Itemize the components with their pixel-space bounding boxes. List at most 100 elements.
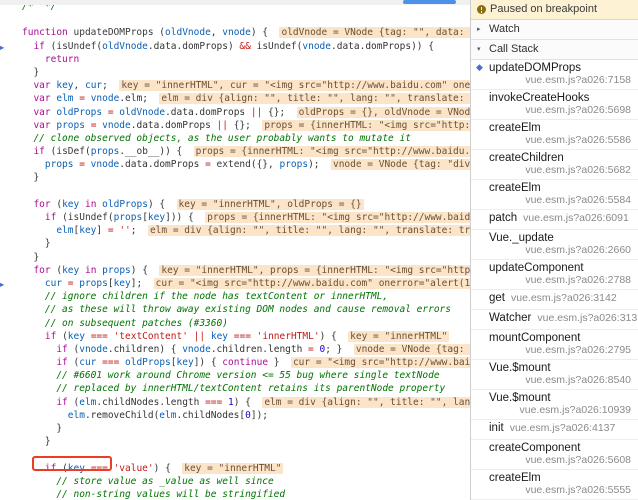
code-token: key xyxy=(56,80,74,92)
inline-value-hint: cur = "<img src="http://www.baidu.com" o… xyxy=(290,357,470,369)
code-line[interactable]: if (key === 'textContent' || key === 'in… xyxy=(0,330,470,343)
code-line[interactable]: if (key === 'value') { key = "innerHTML" xyxy=(0,462,470,475)
code-token: ) { xyxy=(250,27,280,39)
call-stack-item[interactable]: createElm vue.esm.js?a026:5584 xyxy=(471,180,638,210)
code-token: ; xyxy=(102,80,120,92)
call-stack-item[interactable]: Watcher vue.esm.js?a026:3131 xyxy=(471,310,638,330)
code-token: ]; xyxy=(130,277,154,289)
code-token: if xyxy=(56,343,68,355)
call-stack-item[interactable]: updateDOMPropsvue.esm.js?a026:7158 xyxy=(471,60,638,90)
horizontal-scrollbar[interactable] xyxy=(0,0,470,5)
code-line[interactable]: function updateDOMProps (oldVnode, vnode… xyxy=(0,26,470,39)
call-stack-item[interactable]: invokeCreateHooks vue.esm.js?a026:5698 xyxy=(471,90,638,120)
call-stack-item[interactable]: Vue._update vue.esm.js?a026:2660 xyxy=(471,230,638,260)
code-token: ( xyxy=(67,357,80,369)
code-line[interactable]: } xyxy=(0,422,470,435)
inline-value-hint: oldVnode = VNode {tag: "", data: {…}, ch… xyxy=(279,27,470,39)
code-token: function xyxy=(22,27,68,39)
code-line[interactable]: var oldProps = oldVnode.data.domProps ||… xyxy=(0,106,470,119)
code-line[interactable]: for (key in props) { key = "innerHTML", … xyxy=(0,264,470,277)
code-line[interactable]: var key, cur; key = "innerHTML", cur = "… xyxy=(0,79,470,92)
code-line[interactable]: if (isUndef(props[key])) { props = {inne… xyxy=(0,211,470,224)
code-line[interactable]: cur = props[key]; cur = "<img src="http:… xyxy=(0,277,470,290)
code-token: if xyxy=(33,40,45,52)
code-line[interactable]: return xyxy=(0,53,470,66)
code-line[interactable] xyxy=(0,448,470,461)
code-lines[interactable]: /* */function updateDOMProps (oldVnode, … xyxy=(0,0,470,500)
code-line[interactable]: if (isUndef(oldVnode.data.domProps) && i… xyxy=(0,40,470,53)
section-header-call-stack[interactable]: ▾ Call Stack xyxy=(471,40,638,60)
call-stack-source-location: vue.esm.js?a026:8540 xyxy=(525,374,631,386)
code-line[interactable]: if (cur === oldProps[key]) { continue } … xyxy=(0,356,470,369)
source-code-panel[interactable]: /* */function updateDOMProps (oldVnode, … xyxy=(0,0,470,500)
code-line[interactable]: // as these will throw away existing DOM… xyxy=(0,303,470,316)
code-scroll-container[interactable]: /* */function updateDOMProps (oldVnode, … xyxy=(0,0,470,500)
code-line[interactable]: for (key in oldProps) { key = "innerHTML… xyxy=(0,198,470,211)
code-line[interactable]: // on subsequent patches (#3360) xyxy=(0,317,470,330)
code-line[interactable]: } xyxy=(0,171,470,184)
call-stack-item[interactable]: mountComponent vue.esm.js?a026:2795 xyxy=(471,330,638,360)
code-line[interactable]: if (elm.childNodes.length === 1) { elm =… xyxy=(0,396,470,409)
call-stack-list[interactable]: updateDOMPropsvue.esm.js?a026:7158invoke… xyxy=(471,60,638,500)
code-line[interactable]: if (isDef(props.__ob__)) { props = {inne… xyxy=(0,145,470,158)
section-header-watch[interactable]: ▸ Watch xyxy=(471,20,638,40)
code-token: ; } xyxy=(325,343,354,355)
code-token: } xyxy=(33,172,40,184)
code-line[interactable]: // non-string values will be stringified xyxy=(0,488,470,500)
code-line[interactable]: } xyxy=(0,66,470,79)
code-line[interactable]: elm.removeChild(elm.childNodes[0]); xyxy=(0,409,470,422)
code-line[interactable]: // clone observed objects, as the user p… xyxy=(0,132,470,145)
code-line[interactable]: } xyxy=(0,237,470,250)
paused-banner-label: Paused on breakpoint xyxy=(490,3,598,15)
call-stack-source-location: vue.esm.js?a026:2788 xyxy=(525,274,631,286)
code-line[interactable]: if (vnode.children) { vnode.children.len… xyxy=(0,343,470,356)
call-stack-item[interactable]: init vue.esm.js?a026:4137 xyxy=(471,420,638,440)
code-line[interactable] xyxy=(0,13,470,26)
call-stack-function-name: updateComponent xyxy=(489,262,584,274)
call-stack-source-location: vue.esm.js?a026:5608 xyxy=(525,454,631,466)
code-token: } xyxy=(56,423,63,434)
call-stack-function-name: get xyxy=(489,292,505,304)
code-token: === xyxy=(228,330,257,342)
call-stack-source-location: vue.esm.js?a026:10939 xyxy=(519,404,632,416)
call-stack-item[interactable]: Vue.$mount vue.esm.js?a026:8540 xyxy=(471,360,638,390)
code-token: 'value' xyxy=(113,462,154,474)
code-line[interactable]: props = vnode.data.domProps = extend({},… xyxy=(0,158,470,171)
code-token: // store value as _value as well since xyxy=(56,475,274,487)
code-token: props xyxy=(56,119,85,131)
code-line[interactable]: // ignore children if the node has textC… xyxy=(0,290,470,303)
code-token: key xyxy=(79,225,97,237)
call-stack-item[interactable]: createElm vue.esm.js?a026:5586 xyxy=(471,120,638,150)
code-line[interactable]: // store value as _value as well since xyxy=(0,475,470,488)
code-line[interactable]: } xyxy=(0,435,470,448)
call-stack-source-location: vue.esm.js?a026:7158 xyxy=(525,74,631,86)
code-line[interactable]: elm[key] = ''; elm = div {align: "", tit… xyxy=(0,224,470,237)
code-token: vnode xyxy=(79,343,108,355)
call-stack-item[interactable]: get vue.esm.js?a026:3142 xyxy=(471,290,638,310)
code-line[interactable]: var props = vnode.data.domProps || {}; p… xyxy=(0,119,470,132)
call-stack-source-location: vue.esm.js?a026:2795 xyxy=(525,344,631,356)
call-stack-item[interactable]: createComponent vue.esm.js?a026:5608 xyxy=(471,440,638,470)
call-stack-item[interactable]: createElm vue.esm.js?a026:5555 xyxy=(471,470,638,500)
code-token: oldVnode xyxy=(165,27,211,39)
code-line[interactable]: } xyxy=(0,251,470,264)
code-token: , xyxy=(73,80,85,92)
code-line[interactable]: // replaced by innerHTML/textContent ret… xyxy=(0,382,470,395)
call-stack-item[interactable]: patch vue.esm.js?a026:6091 xyxy=(471,210,638,230)
code-line[interactable] xyxy=(0,185,470,198)
code-line[interactable]: var elm = vnode.elm; elm = div {align: "… xyxy=(0,92,470,105)
call-stack-item[interactable]: updateComponent vue.esm.js?a026:2788 xyxy=(471,260,638,290)
call-stack-item[interactable]: Vue.$mount vue.esm.js?a026:10939 xyxy=(471,390,638,420)
call-stack-item[interactable]: createChildren vue.esm.js?a026:5682 xyxy=(471,150,638,180)
code-line[interactable]: // #6601 work around Chrome version <= 5… xyxy=(0,369,470,382)
horizontal-scrollbar-thumb[interactable] xyxy=(403,0,456,4)
call-stack-function-name: createChildren xyxy=(489,152,564,164)
inline-value-hint: key = "innerHTML" xyxy=(348,330,450,342)
code-token: 'innerHTML' xyxy=(256,330,320,342)
